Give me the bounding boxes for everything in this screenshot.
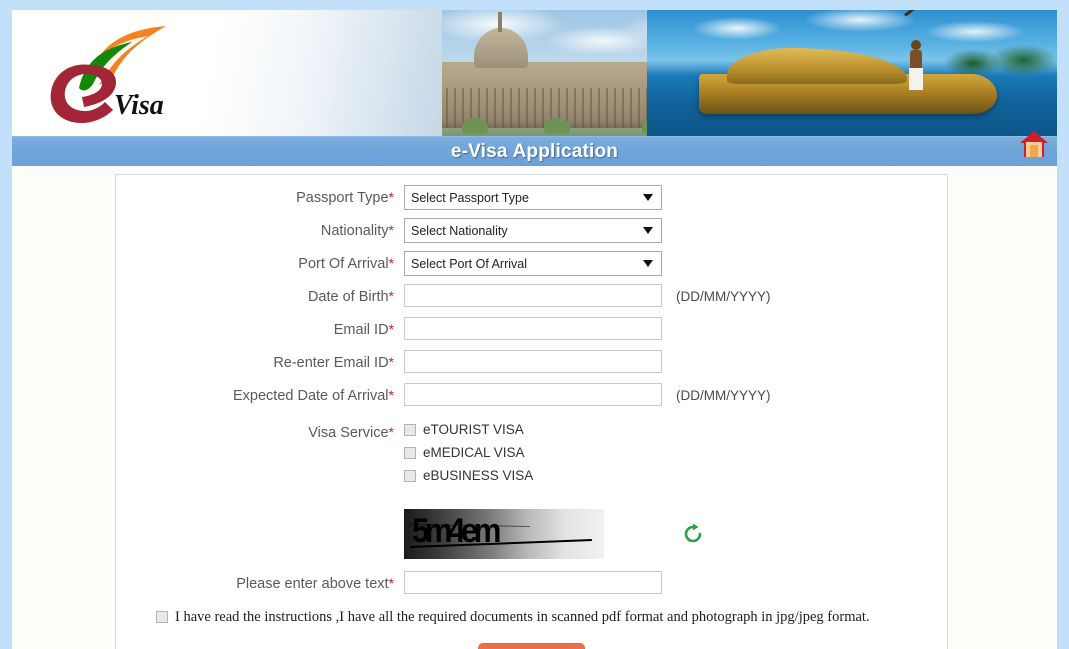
label-visa-service: Visa Service* bbox=[308, 424, 394, 441]
bush-decoration bbox=[462, 118, 488, 134]
hint-date-of-birth: (DD/MM/YYYY) bbox=[676, 289, 771, 304]
label-email: Email ID* bbox=[333, 321, 394, 338]
ebusiness-visa-checkbox[interactable] bbox=[404, 469, 416, 482]
checkbox-row-emedical[interactable]: eMEDICAL VISA bbox=[404, 445, 533, 460]
checkbox-row-etourist[interactable]: eTOURIST VISA bbox=[404, 422, 533, 437]
application-form: Passport Type* Select Passport Type Nati… bbox=[115, 174, 948, 649]
captcha-row: 5m4em bbox=[404, 509, 704, 559]
home-icon[interactable] bbox=[1017, 128, 1051, 160]
form-area: Passport Type* Select Passport Type Nati… bbox=[12, 166, 1057, 649]
required-asterisk: * bbox=[388, 424, 394, 440]
bush-decoration bbox=[544, 118, 570, 134]
captcha-input[interactable] bbox=[404, 571, 662, 594]
emedical-visa-checkbox[interactable] bbox=[404, 446, 416, 459]
required-asterisk: * bbox=[388, 222, 394, 238]
required-asterisk: * bbox=[388, 575, 394, 591]
port-of-arrival-select[interactable]: Select Port Of Arrival bbox=[404, 251, 662, 276]
field-row-captcha-image: 5m4em bbox=[116, 499, 947, 571]
label-date-of-birth: Date of Birth* bbox=[307, 288, 394, 305]
kerala-houseboat-photo bbox=[647, 10, 1057, 136]
expected-arrival-input[interactable] bbox=[404, 383, 662, 406]
logo-visa-text: Visa bbox=[114, 90, 164, 121]
field-row-email: Email ID* bbox=[116, 317, 947, 342]
label-passport-type: Passport Type* bbox=[296, 189, 394, 206]
passport-type-select[interactable]: Select Passport Type bbox=[404, 185, 662, 210]
hint-expected-arrival: (DD/MM/YYYY) bbox=[676, 388, 771, 403]
label-expected-arrival: Expected Date of Arrival* bbox=[232, 387, 394, 404]
required-asterisk: * bbox=[388, 321, 394, 337]
field-row-port-of-arrival: Port Of Arrival* Select Port Of Arrival bbox=[116, 251, 947, 276]
reenter-email-input[interactable] bbox=[404, 350, 662, 373]
etourist-visa-checkbox[interactable] bbox=[404, 423, 416, 436]
agreement-row[interactable]: I have read the instructions ,I have all… bbox=[156, 610, 947, 625]
label-captcha-input: Please enter above text* bbox=[236, 575, 394, 592]
checkbox-row-ebusiness[interactable]: eBUSINESS VISA bbox=[404, 468, 533, 483]
required-asterisk: * bbox=[388, 189, 394, 205]
label-port-of-arrival: Port Of Arrival* bbox=[298, 255, 394, 272]
ebusiness-visa-label: eBUSINESS VISA bbox=[423, 468, 534, 483]
field-row-captcha-input: Please enter above text* bbox=[116, 571, 947, 596]
field-row-visa-service: Visa Service* eTOURIST VISA eMEDICAL VIS… bbox=[116, 420, 947, 491]
continue-button[interactable]: Continue bbox=[478, 643, 585, 649]
required-asterisk: * bbox=[388, 354, 394, 370]
captcha-spacer bbox=[116, 499, 404, 523]
agreement-text: I have read the instructions ,I have all… bbox=[175, 609, 870, 625]
field-row-passport-type: Passport Type* Select Passport Type bbox=[116, 185, 947, 210]
evisa-logo: Visa bbox=[34, 18, 194, 130]
agreement-checkbox[interactable] bbox=[156, 611, 168, 623]
etourist-visa-label: eTOURIST VISA bbox=[423, 422, 524, 437]
required-asterisk: * bbox=[388, 387, 394, 403]
field-row-reenter-email: Re-enter Email ID* bbox=[116, 350, 947, 375]
field-row-expected-arrival: Expected Date of Arrival* (DD/MM/YYYY) bbox=[116, 383, 947, 408]
title-bar: e-Visa Application bbox=[12, 131, 1057, 166]
field-row-nationality: Nationality* Select Nationality bbox=[116, 218, 947, 243]
page-root: Visa e-Visa Application Passport Type* S… bbox=[0, 0, 1069, 649]
header-banner: Visa bbox=[12, 10, 1057, 136]
captcha-image: 5m4em bbox=[404, 509, 604, 559]
required-asterisk: * bbox=[388, 255, 394, 271]
field-row-date-of-birth: Date of Birth* (DD/MM/YYYY) bbox=[116, 284, 947, 309]
required-asterisk: * bbox=[388, 288, 394, 304]
date-of-birth-input[interactable] bbox=[404, 284, 662, 307]
emedical-visa-label: eMEDICAL VISA bbox=[423, 445, 525, 460]
page-sheet: Visa e-Visa Application Passport Type* S… bbox=[12, 10, 1057, 649]
email-input[interactable] bbox=[404, 317, 662, 340]
submit-row: Continue bbox=[116, 643, 947, 649]
page-title: e-Visa Application bbox=[450, 141, 619, 162]
treeline-decoration bbox=[937, 38, 1057, 74]
label-reenter-email: Re-enter Email ID* bbox=[273, 354, 394, 371]
boatman-decoration bbox=[909, 40, 923, 92]
refresh-icon[interactable] bbox=[682, 523, 704, 545]
label-nationality: Nationality* bbox=[320, 222, 394, 239]
nationality-select[interactable]: Select Nationality bbox=[404, 218, 662, 243]
